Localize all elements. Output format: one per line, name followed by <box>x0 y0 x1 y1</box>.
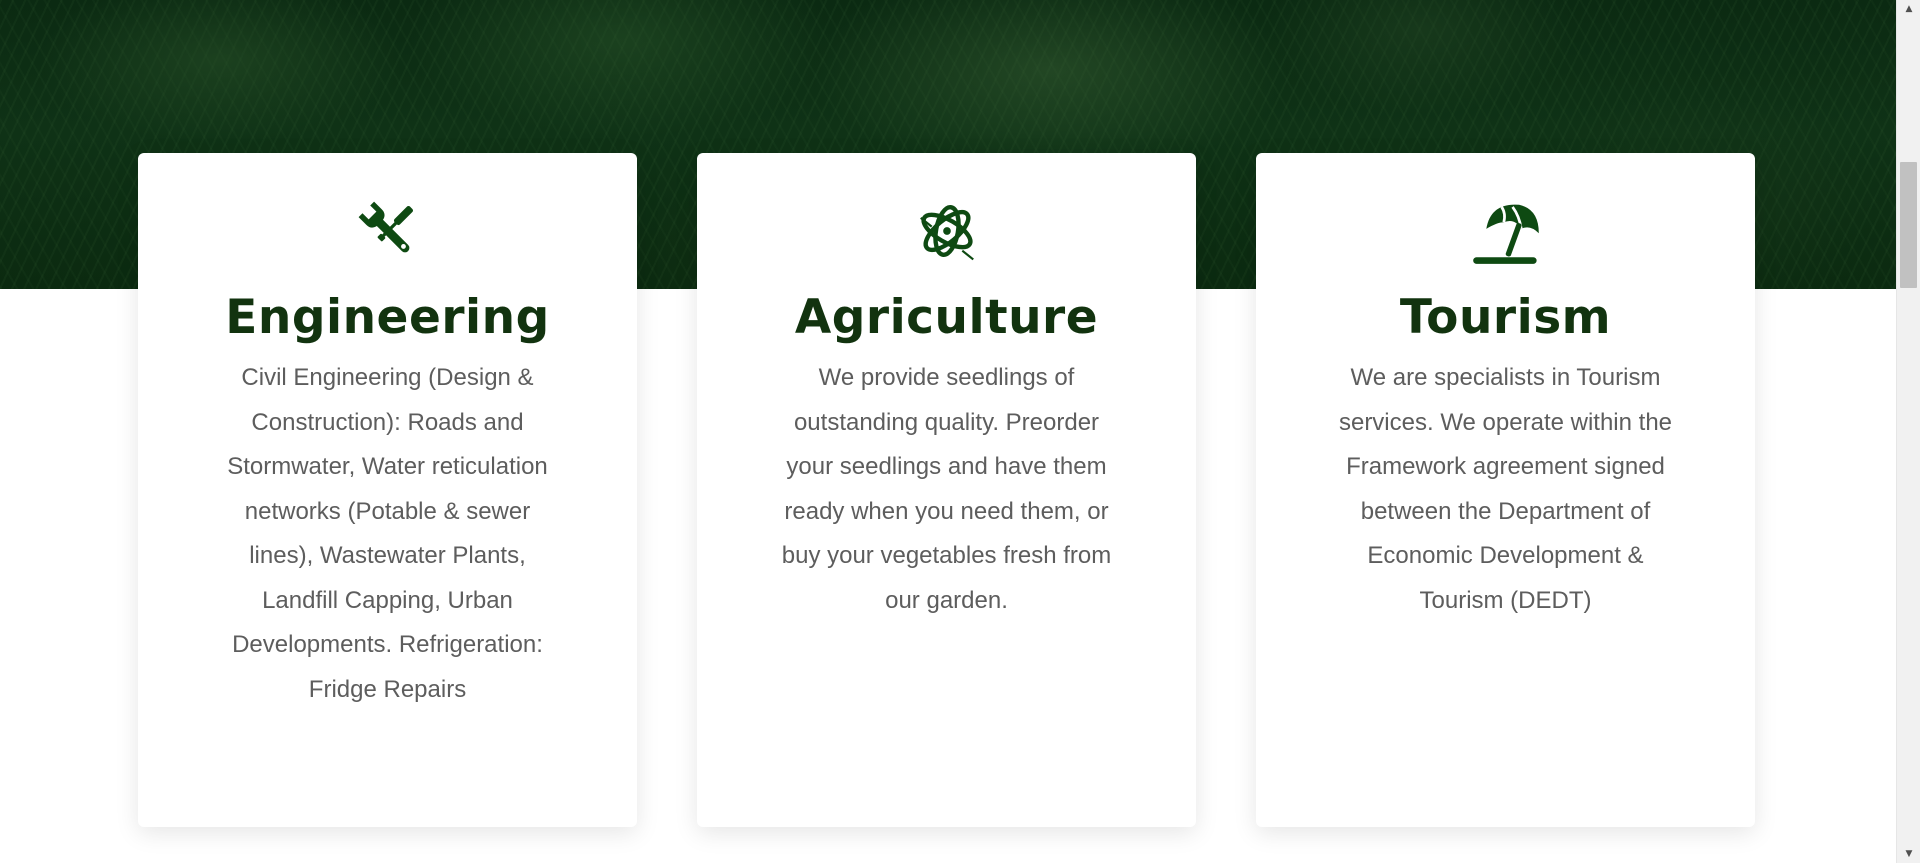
services-section: Engineering Civil Engineering (Design & … <box>138 153 1755 827</box>
scroll-down-arrow-icon[interactable]: ▼ <box>1897 845 1920 863</box>
service-title: Tourism <box>1399 290 1612 345</box>
service-description: We are specialists in Tourism services. … <box>1338 364 1673 614</box>
service-description: We provide seedlings of outstanding qual… <box>781 364 1112 614</box>
vertical-scrollbar[interactable]: ▲ ▼ <box>1896 0 1920 863</box>
scroll-up-arrow-icon[interactable]: ▲ <box>1897 0 1920 18</box>
service-card-tourism: Tourism We are specialists in Tourism se… <box>1256 153 1755 827</box>
service-title: Agriculture <box>794 290 1099 345</box>
scrollbar-thumb[interactable] <box>1900 162 1917 288</box>
service-card-agriculture: Agriculture We provide seedlings of outs… <box>697 153 1196 827</box>
page: Engineering Civil Engineering (Design & … <box>0 0 1920 863</box>
beach-umbrella-icon <box>1471 196 1541 266</box>
tools-icon <box>353 196 423 266</box>
service-card-engineering: Engineering Civil Engineering (Design & … <box>138 153 637 827</box>
service-title: Engineering <box>225 290 550 345</box>
service-description: Civil Engineering (Design & Construction… <box>227 364 548 703</box>
atom-leaf-icon <box>912 196 982 266</box>
